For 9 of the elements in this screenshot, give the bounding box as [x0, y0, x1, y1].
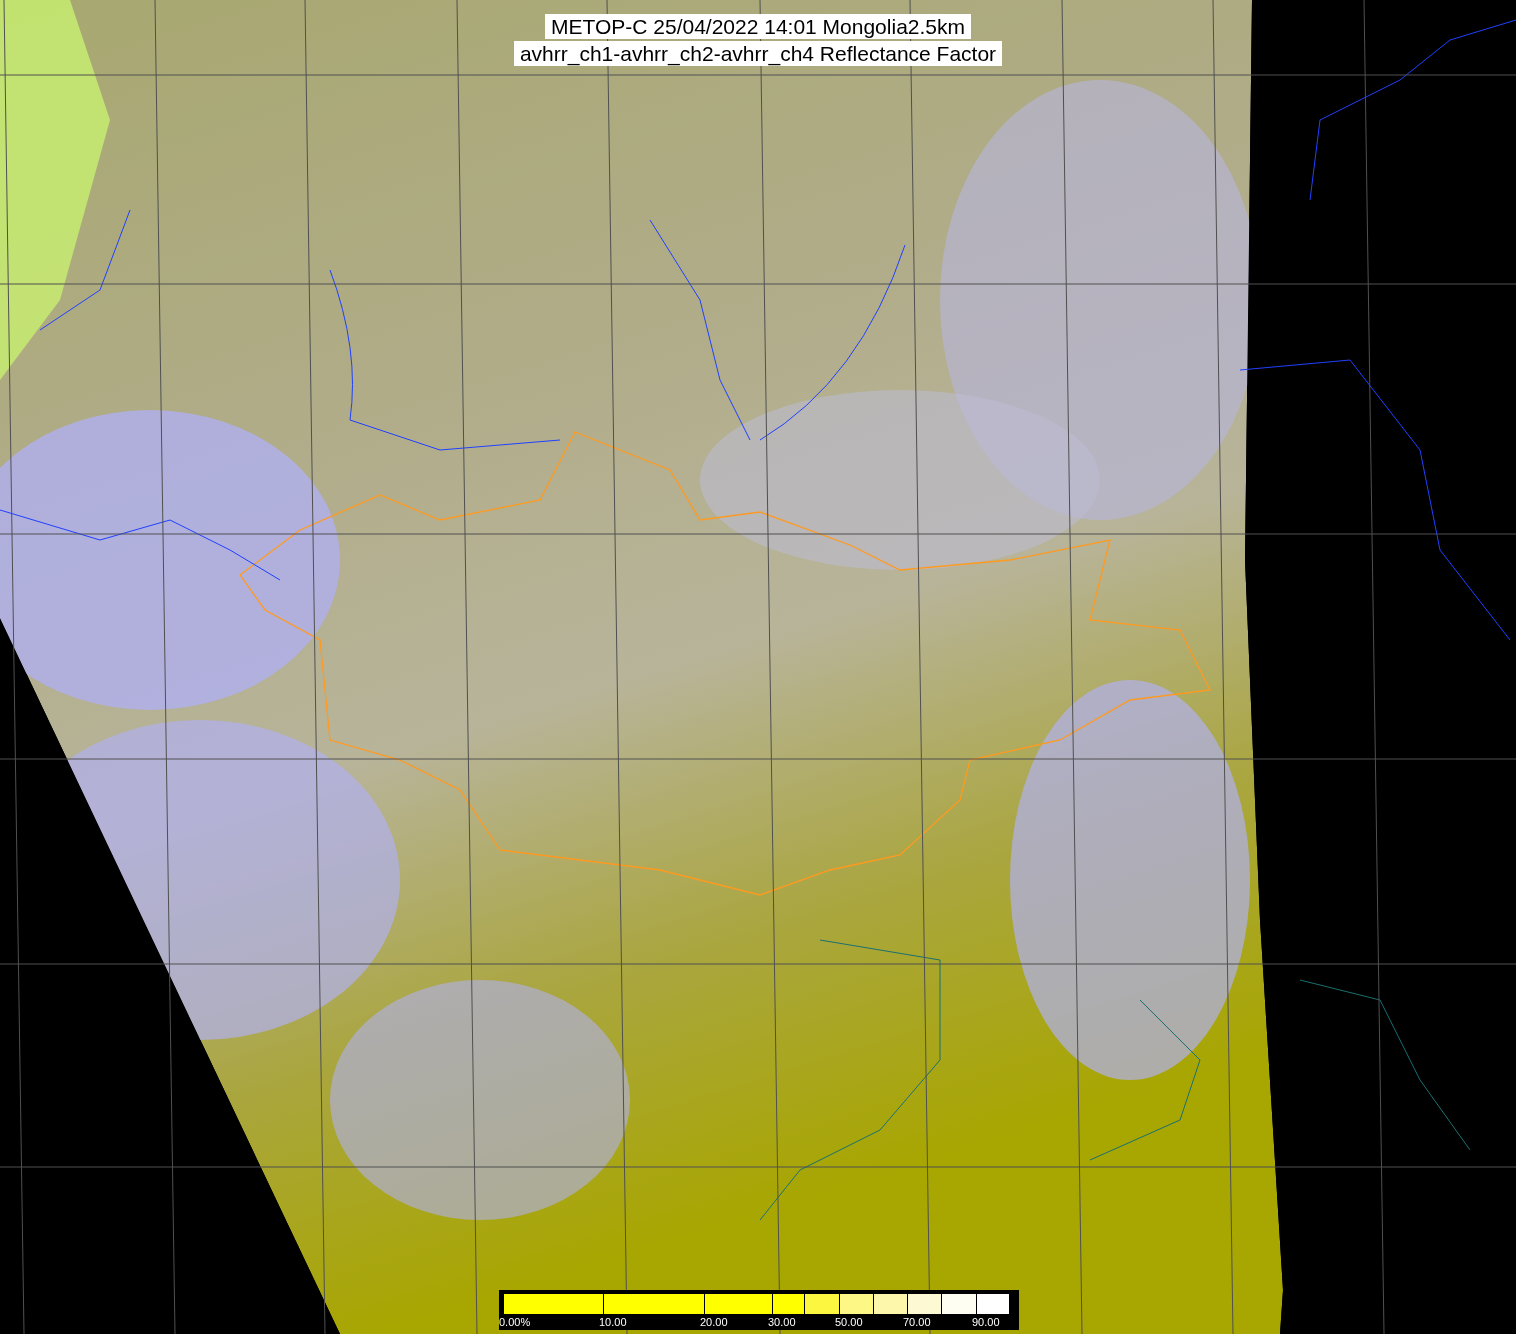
scale-label: 30.00 — [768, 1316, 796, 1328]
map-title: avhrr_ch1-avhrr_ch2-avhrr_ch4 Reflectance Factor — [513, 41, 1003, 66]
scale-label: 70.00 — [903, 1316, 931, 1328]
scale-label: 20.00 — [700, 1316, 728, 1328]
scale-label: 10.00 — [599, 1316, 627, 1328]
map-title: METOP-C 25/04/2022 14:01 Mongolia2.5km — [545, 14, 971, 39]
scale-label: 0.00% — [499, 1316, 531, 1328]
scale-label: 50.00 — [835, 1316, 863, 1328]
scale-label: 90.00 — [972, 1316, 1000, 1328]
